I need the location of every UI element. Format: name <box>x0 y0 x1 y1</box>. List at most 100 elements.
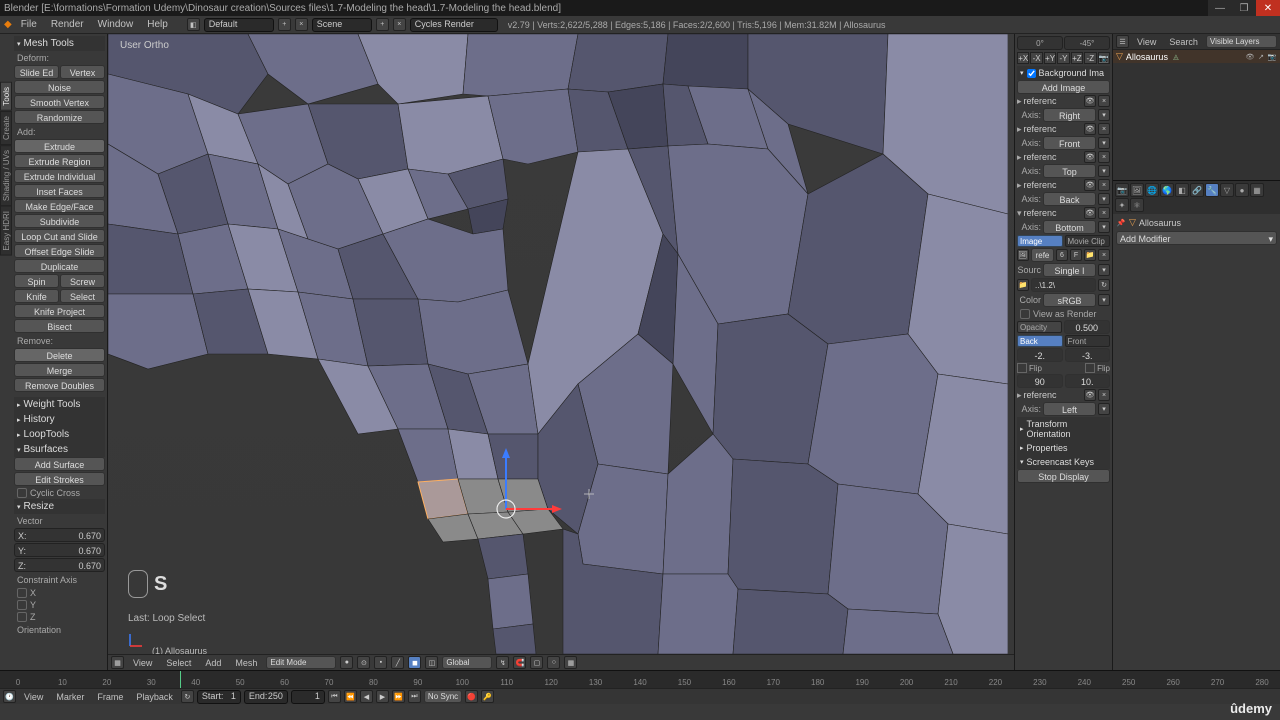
menu-help[interactable]: Help <box>142 19 173 30</box>
dd-colorspace[interactable]: sRGB <box>1043 293 1096 307</box>
tri-icon[interactable]: ▸ <box>1017 96 1022 107</box>
breadcrumb-obj[interactable]: Allosaurus <box>1139 218 1181 228</box>
reload-icon[interactable]: ↻ <box>1098 279 1110 291</box>
vp-menu-add[interactable]: Add <box>200 658 226 668</box>
ptab-data[interactable]: ▽ <box>1220 183 1234 197</box>
btn-noise[interactable]: Noise <box>14 80 105 94</box>
engine-dropdown[interactable]: Cycles Render <box>410 18 498 32</box>
timeline-cursor[interactable] <box>180 671 181 689</box>
panel-bsurfaces[interactable]: Bsurfaces <box>14 442 105 457</box>
eye-icon[interactable]: 👁 <box>1084 123 1096 135</box>
btn-merge[interactable]: Merge <box>14 363 105 377</box>
close-icon[interactable]: × <box>1098 389 1110 401</box>
outliner[interactable]: ▽ Allosaurus ◬ 👁 ↗ 📷 <box>1113 50 1280 180</box>
ptab-physics[interactable]: ⚛ <box>1130 198 1144 212</box>
mode-dropdown[interactable]: Edit Mode <box>266 656 336 669</box>
timeline[interactable]: 0102030405060708090100110120130140150160… <box>0 670 1280 704</box>
btn-randomize[interactable]: Randomize <box>14 110 105 124</box>
camera-icon[interactable]: 📷 <box>1267 52 1277 62</box>
field-rot[interactable]: 90 <box>1017 374 1063 388</box>
field-end[interactable]: End:250 <box>244 690 288 704</box>
snap-type-icon[interactable]: ▢ <box>530 656 543 669</box>
ptab-constraints[interactable]: 🔗 <box>1190 183 1204 197</box>
timeline-type-icon[interactable]: 🕐 <box>3 690 16 703</box>
tgl-image[interactable]: Image <box>1017 235 1063 247</box>
tgl-movieclip[interactable]: Movie Clip <box>1065 235 1111 247</box>
snap-icon[interactable]: 🧲 <box>513 656 526 669</box>
num-users[interactable]: 6 <box>1056 249 1068 261</box>
tl-play-icon[interactable]: ▶ <box>376 690 389 703</box>
open-icon[interactable]: 📁 <box>1084 249 1096 261</box>
sel-vert-icon[interactable]: ▪ <box>374 656 387 669</box>
panel-bg-images[interactable]: Background Ima <box>1039 68 1105 78</box>
scene-del-icon[interactable]: × <box>393 18 406 31</box>
tl-nosync[interactable]: No Sync <box>424 690 462 703</box>
panel-looptools[interactable]: LoopTools <box>14 427 105 442</box>
layout-del-icon[interactable]: × <box>295 18 308 31</box>
scene-dropdown[interactable]: Scene <box>312 18 372 32</box>
layout-prev-icon[interactable]: ◧ <box>187 18 200 31</box>
axis-py[interactable]: +Y <box>1044 52 1056 64</box>
tri-icon[interactable]: ▾ <box>1017 208 1022 219</box>
axis-ny[interactable]: -Y <box>1057 52 1069 64</box>
layout-dropdown[interactable]: Default <box>204 18 274 32</box>
dd-top[interactable]: Top <box>1043 164 1096 178</box>
axis-pz[interactable]: +Z <box>1071 52 1083 64</box>
btn-knife[interactable]: Knife <box>14 289 59 303</box>
axis-px[interactable]: +X <box>1017 52 1029 64</box>
outliner-search[interactable]: Search <box>1164 37 1203 47</box>
btn-remove-doubles[interactable]: Remove Doubles <box>14 378 105 392</box>
dd-source[interactable]: Single I <box>1043 263 1096 277</box>
field-refe[interactable]: refe <box>1031 248 1054 262</box>
tl-autokey-icon[interactable]: 🔴 <box>465 690 478 703</box>
chk-view-as-render[interactable]: View as Render <box>1017 308 1110 320</box>
btn-make-edgeface[interactable]: Make Edge/Face <box>14 199 105 213</box>
dd-front[interactable]: Front <box>1043 136 1096 150</box>
eye-icon[interactable]: 👁 <box>1084 179 1096 191</box>
dd-back[interactable]: Back <box>1043 192 1096 206</box>
btn-delete[interactable]: Delete <box>14 348 105 362</box>
tri-icon[interactable]: ▸ <box>1017 152 1022 163</box>
scene-add-icon[interactable]: + <box>376 18 389 31</box>
tri-icon[interactable]: ▸ <box>1017 124 1022 135</box>
field-current[interactable]: 1 <box>291 690 325 704</box>
bg-images-chk[interactable] <box>1027 69 1036 78</box>
btn-select[interactable]: Select <box>60 289 105 303</box>
btn-add-image[interactable]: Add Image <box>1017 80 1110 94</box>
chevron-icon[interactable]: ▾ <box>1098 137 1110 149</box>
ptab-render[interactable]: 📷 <box>1115 183 1129 197</box>
vp-menu-view[interactable]: View <box>128 658 157 668</box>
chevron-icon[interactable]: ▾ <box>1098 165 1110 177</box>
field-z[interactable]: Z:0.670 <box>14 558 105 572</box>
menu-file[interactable]: File <box>16 19 42 30</box>
chk-con-x[interactable]: X <box>14 587 105 599</box>
btn-add-surface[interactable]: Add Surface <box>14 457 105 471</box>
menu-window[interactable]: Window <box>93 19 139 30</box>
lbl-flipy[interactable]: Flip <box>1097 364 1110 373</box>
tl-menu-frame[interactable]: Frame <box>92 692 128 702</box>
shading-icon[interactable]: ● <box>340 656 353 669</box>
outliner-item-allosaurus[interactable]: ▽ Allosaurus ◬ 👁 ↗ 📷 <box>1113 50 1280 63</box>
image-icon[interactable]: 🖼 <box>1017 249 1029 261</box>
fake-user[interactable]: F <box>1070 249 1082 261</box>
close-icon[interactable]: × <box>1098 95 1110 107</box>
sel-face-icon[interactable]: ◼ <box>408 656 421 669</box>
tl-jump-end-icon[interactable]: ⏭ <box>408 690 421 703</box>
orientation-dropdown[interactable]: Global <box>442 656 492 669</box>
close-icon[interactable]: × <box>1098 179 1110 191</box>
ptab-object[interactable]: ◧ <box>1175 183 1189 197</box>
rot-45[interactable]: -45° <box>1064 36 1110 50</box>
panel-screencast-keys[interactable]: Screencast Keys <box>1017 455 1110 469</box>
mesh-data-icon[interactable]: ◬ <box>1171 52 1181 62</box>
pivot-icon[interactable]: ⊙ <box>357 656 370 669</box>
layout-add-icon[interactable]: + <box>278 18 291 31</box>
lbl-flipx[interactable]: Flip <box>1029 364 1042 373</box>
window-min-button[interactable]: — <box>1208 0 1232 16</box>
btn-slide-edge[interactable]: Slide Ed <box>14 65 59 79</box>
eye-icon[interactable]: 👁 <box>1084 389 1096 401</box>
tl-menu-view[interactable]: View <box>19 692 48 702</box>
eye-icon[interactable]: 👁 <box>1084 95 1096 107</box>
panel-resize[interactable]: Resize <box>14 499 105 514</box>
dd-bottom[interactable]: Bottom <box>1043 220 1096 234</box>
window-max-button[interactable]: ❐ <box>1232 0 1256 16</box>
